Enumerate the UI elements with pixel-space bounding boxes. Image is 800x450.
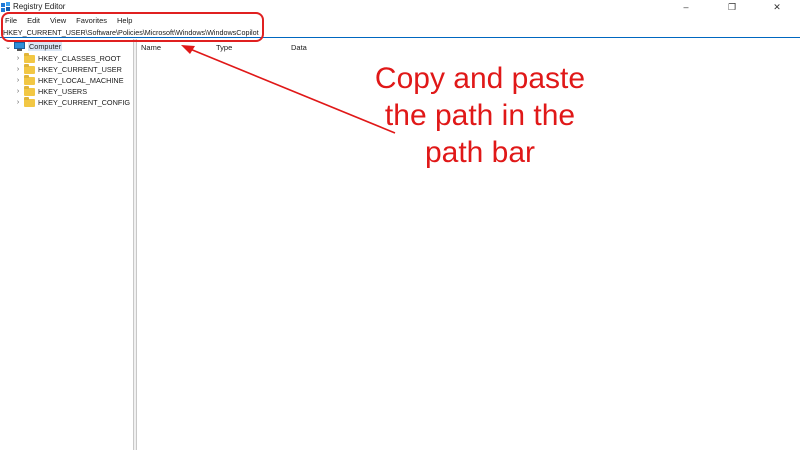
tree-node-hkey-local-machine[interactable]: › HKEY_LOCAL_MACHINE xyxy=(14,74,124,86)
tree-node-label: HKEY_USERS xyxy=(38,87,88,96)
tree-node-label: HKEY_CURRENT_CONFIG xyxy=(38,98,131,107)
tree-node-hkey-current-config[interactable]: › HKEY_CURRENT_CONFIG xyxy=(14,96,131,108)
folder-icon xyxy=(24,96,35,107)
key-tree-pane[interactable]: ⌄ Computer › HKEY_CLASSES_ROOT › HKEY_CU… xyxy=(0,39,134,450)
tree-node-computer[interactable]: ⌄ Computer xyxy=(4,41,63,52)
close-button[interactable]: ✕ xyxy=(754,0,800,14)
column-header-type[interactable]: Type xyxy=(216,43,232,52)
tree-node-label: HKEY_CURRENT_USER xyxy=(38,65,122,74)
registry-editor-app-icon xyxy=(1,2,10,12)
tree-node-label: HKEY_LOCAL_MACHINE xyxy=(38,76,124,85)
folder-icon xyxy=(24,74,35,85)
pane-splitter[interactable] xyxy=(134,39,137,450)
folder-icon xyxy=(24,52,35,63)
tree-node-label: HKEY_CLASSES_ROOT xyxy=(38,54,121,63)
column-header-name[interactable]: Name xyxy=(141,43,161,52)
chevron-right-icon[interactable]: › xyxy=(14,99,22,106)
annotation-callout: Copy and paste the path in the path bar xyxy=(350,60,610,171)
tree-node-hkey-classes-root[interactable]: › HKEY_CLASSES_ROOT xyxy=(14,52,121,64)
minimize-button[interactable]: – xyxy=(663,0,709,14)
column-header-data[interactable]: Data xyxy=(291,43,307,52)
tree-node-hkey-users[interactable]: › HKEY_USERS xyxy=(14,85,88,97)
chevron-right-icon[interactable]: › xyxy=(14,66,22,73)
chevron-down-icon[interactable]: ⌄ xyxy=(4,43,12,51)
folder-icon xyxy=(24,63,35,74)
annotation-line: Copy and paste xyxy=(374,62,586,95)
folder-icon xyxy=(24,85,35,96)
chevron-right-icon[interactable]: › xyxy=(14,88,22,95)
chevron-right-icon[interactable]: › xyxy=(14,55,22,62)
annotation-line: the path in the xyxy=(384,99,576,132)
tree-node-label: Computer xyxy=(28,42,63,51)
annotation-highlight-box xyxy=(1,12,264,42)
tree-node-hkey-current-user[interactable]: › HKEY_CURRENT_USER xyxy=(14,63,122,75)
annotation-line: path bar xyxy=(424,136,536,169)
chevron-right-icon[interactable]: › xyxy=(14,77,22,84)
window-title: Registry Editor xyxy=(13,2,66,11)
computer-icon xyxy=(14,42,25,51)
maximize-button[interactable]: ❐ xyxy=(709,0,755,14)
